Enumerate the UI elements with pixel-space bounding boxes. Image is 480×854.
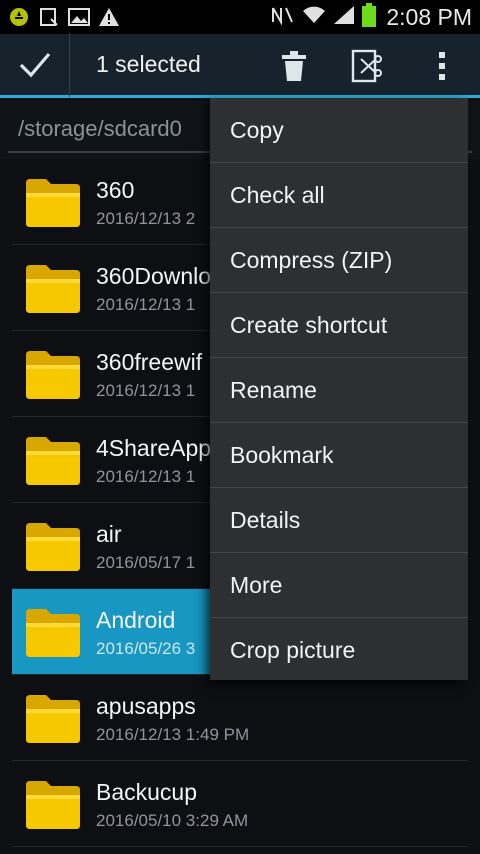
- file-date: 2016/05/26 3: [96, 639, 196, 658]
- file-date: 2016/05/17 1: [96, 553, 196, 572]
- delete-button[interactable]: [272, 44, 316, 88]
- file-row-backucup[interactable]: Backucup 2016/05/10 3:29 AM: [12, 761, 468, 847]
- file-date: 2016/12/13 1:49 PM: [96, 725, 250, 744]
- warning-icon: [98, 6, 120, 28]
- overflow-menu-icon: [439, 52, 445, 80]
- nfc-icon: [270, 5, 296, 30]
- file-name: Backucup: [96, 779, 198, 805]
- menu-item-bookmark[interactable]: Bookmark: [210, 423, 468, 488]
- overflow-popup-menu: Copy Check all Compress (ZIP) Create shortc…: [210, 98, 468, 680]
- folder-icon: [26, 609, 80, 657]
- menu-item-compress-zip[interactable]: Compress (ZIP): [210, 228, 468, 293]
- screen: 2:08 PM 1 selected /storage/sdcard0 360: [0, 0, 480, 854]
- file-name: Android: [96, 607, 176, 633]
- done-button[interactable]: [0, 32, 70, 97]
- screenshot-icon: [38, 6, 60, 28]
- folder-icon: [26, 695, 80, 743]
- action-bar: 1 selected: [0, 32, 480, 98]
- selection-count: 1 selected: [96, 51, 201, 77]
- menu-item-create-shortcut[interactable]: Create shortcut: [210, 293, 468, 358]
- image-icon: [68, 6, 90, 28]
- menu-item-rename[interactable]: Rename: [210, 358, 468, 423]
- signal-icon: [332, 5, 356, 30]
- file-name: 4ShareApp: [96, 435, 212, 461]
- overflow-menu-button[interactable]: [424, 44, 460, 88]
- folder-icon: [26, 523, 80, 571]
- file-date: 2016/12/13 2: [96, 209, 196, 228]
- file-name: 360freewif: [96, 349, 203, 375]
- status-bar: 2:08 PM: [0, 0, 480, 34]
- folder-icon: [26, 351, 80, 399]
- file-name: 360Downlo: [96, 263, 212, 289]
- file-date: 2016/12/13 1: [96, 295, 196, 314]
- file-date: 2016/12/13 1: [96, 467, 196, 486]
- folder-icon: [26, 437, 80, 485]
- delete-icon: [282, 51, 306, 81]
- cut-icon: [351, 49, 382, 83]
- menu-item-check-all[interactable]: Check all: [210, 163, 468, 228]
- folder-icon: [26, 781, 80, 829]
- folder-icon: [26, 179, 80, 227]
- status-right: 2:08 PM: [270, 2, 472, 32]
- wifi-icon: [302, 5, 326, 30]
- folder-icon: [26, 265, 80, 313]
- check-icon: [19, 52, 50, 77]
- file-row-apusapps[interactable]: apusapps 2016/12/13 1:49 PM: [12, 675, 468, 761]
- menu-item-details[interactable]: Details: [210, 488, 468, 553]
- file-name: air: [96, 521, 122, 547]
- file-date: 2016/12/13 1: [96, 381, 196, 400]
- menu-item-more[interactable]: More: [210, 553, 468, 618]
- file-name: 360: [96, 177, 135, 203]
- battery-icon: [362, 2, 377, 32]
- cut-button[interactable]: [346, 44, 390, 88]
- file-date: 2016/05/10 3:29 AM: [96, 811, 249, 830]
- path-text: /storage/sdcard0: [18, 116, 182, 141]
- file-name: apusapps: [96, 693, 196, 719]
- app-notification-icon: [8, 6, 30, 28]
- menu-item-copy[interactable]: Copy: [210, 98, 468, 163]
- menu-item-crop-picture[interactable]: Crop picture: [210, 618, 468, 683]
- status-time: 2:08 PM: [386, 3, 472, 30]
